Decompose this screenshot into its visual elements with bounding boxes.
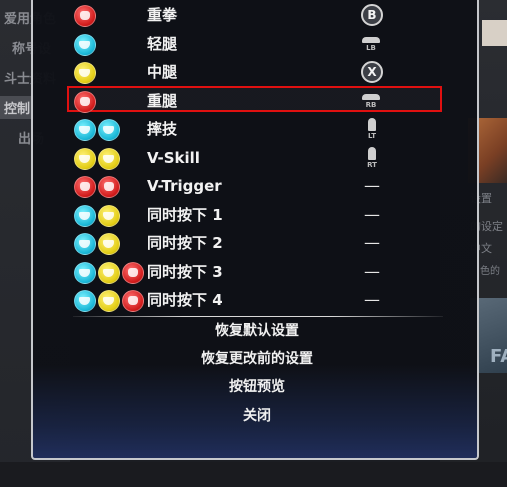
bumper-label: LB xyxy=(366,43,376,52)
unassigned-slot[interactable]: — xyxy=(361,175,383,197)
button-assignment-row[interactable]: 重拳 B xyxy=(33,1,481,30)
bumper-lb-icon[interactable]: LB xyxy=(361,33,383,55)
row-label: 同时按下 3 xyxy=(147,262,223,281)
trigger-shape: LT xyxy=(364,118,380,140)
row-label: V-Trigger xyxy=(147,177,222,195)
light-kick-icon xyxy=(74,261,96,284)
menu-divider xyxy=(73,316,443,317)
punch-fist-icon xyxy=(74,90,96,113)
medium-kick-icon xyxy=(98,261,120,284)
medium-kick-icon xyxy=(98,204,120,227)
medium-kick-icon xyxy=(74,62,96,84)
light-kick-icon xyxy=(74,290,96,312)
row-label: V-Skill xyxy=(147,148,200,167)
punch-fist-icon xyxy=(122,290,144,312)
background-bottom-bar xyxy=(0,462,507,487)
medium-kick-icon xyxy=(98,147,120,170)
row-label: 同时按下 1 xyxy=(147,205,223,224)
unassigned-slot[interactable]: — xyxy=(361,232,383,254)
punch-fist-icon xyxy=(74,176,96,198)
bumper-label: RB xyxy=(365,100,377,109)
row-label: 中腿 xyxy=(147,63,178,81)
row-label: 摔技 xyxy=(147,120,178,138)
face-button-x-icon[interactable]: X xyxy=(361,61,383,83)
row-label: 同时按下 2 xyxy=(147,234,223,252)
unassigned-slot[interactable]: — xyxy=(361,261,383,283)
unassigned-slot[interactable]: — xyxy=(361,289,383,311)
face-button-b-icon[interactable]: B xyxy=(361,4,383,26)
row-label: 同时按下 4 xyxy=(147,291,223,309)
trigger-shape: RT xyxy=(364,146,380,169)
button-assignment-row[interactable]: 中腿 X xyxy=(33,58,481,87)
background-text: 色的 xyxy=(480,266,500,277)
trigger-bar xyxy=(368,146,376,160)
row-label: 重拳 xyxy=(147,6,178,24)
close-button[interactable]: 关闭 xyxy=(33,406,481,426)
background-tag xyxy=(482,20,507,46)
face-button-label: X xyxy=(361,61,383,83)
light-kick-icon xyxy=(74,233,96,255)
restore-previous-button[interactable]: 恢复更改前的设置 xyxy=(33,349,481,369)
button-preview-button[interactable]: 按钮预览 xyxy=(33,377,481,397)
bumper-shape: LB xyxy=(362,36,380,53)
button-config-dialog: 重拳 B 轻腿 LB 中腿 X 重腿 RB 摔技 LT V-Skill RT V-Trigger — 同时按… xyxy=(31,0,479,460)
background-menu-item-selected: 控制 xyxy=(0,96,35,119)
medium-kick-icon xyxy=(98,290,120,312)
bumper-top xyxy=(362,36,380,43)
button-assignment-row[interactable]: V-Skill RT xyxy=(33,144,481,173)
light-kick-icon xyxy=(98,119,120,141)
unassigned-slot[interactable]: — xyxy=(361,204,383,226)
button-assignment-row[interactable]: 轻腿 LB xyxy=(33,30,481,59)
button-assignment-row[interactable]: 同时按下 2 — xyxy=(33,229,481,258)
face-button-label: B xyxy=(361,4,383,26)
light-kick-icon xyxy=(74,33,96,56)
restore-default-button[interactable]: 恢复默认设置 xyxy=(33,321,481,341)
medium-kick-icon xyxy=(74,147,96,170)
medium-kick-icon xyxy=(98,233,120,255)
button-assignment-row[interactable]: 同时按下 3 — xyxy=(33,258,481,287)
trigger-bar xyxy=(368,118,376,131)
background-art-text: FA xyxy=(490,346,507,367)
button-assignment-row[interactable]: 摔技 LT xyxy=(33,115,481,144)
button-assignment-row[interactable]: 同时按下 1 — xyxy=(33,201,481,230)
bumper-rb-icon[interactable]: RB xyxy=(361,90,383,112)
row-label: 重腿 xyxy=(147,91,178,110)
trigger-label: LT xyxy=(367,132,377,140)
button-assignment-row[interactable]: V-Trigger — xyxy=(33,172,481,201)
bumper-top xyxy=(362,93,380,100)
light-kick-icon xyxy=(74,119,96,141)
row-label: 轻腿 xyxy=(147,34,178,53)
button-assignment-row[interactable]: 重腿 RB xyxy=(33,87,481,116)
trigger-rt-icon[interactable]: RT xyxy=(361,146,383,169)
trigger-lt-icon[interactable]: LT xyxy=(361,118,383,140)
trigger-label: RT xyxy=(367,160,377,169)
button-assignment-row[interactable]: 同时按下 4 — xyxy=(33,286,481,315)
light-kick-icon xyxy=(74,204,96,227)
punch-fist-icon xyxy=(74,5,96,27)
punch-fist-icon xyxy=(98,176,120,198)
punch-fist-icon xyxy=(122,261,144,284)
bumper-shape: RB xyxy=(362,93,380,110)
